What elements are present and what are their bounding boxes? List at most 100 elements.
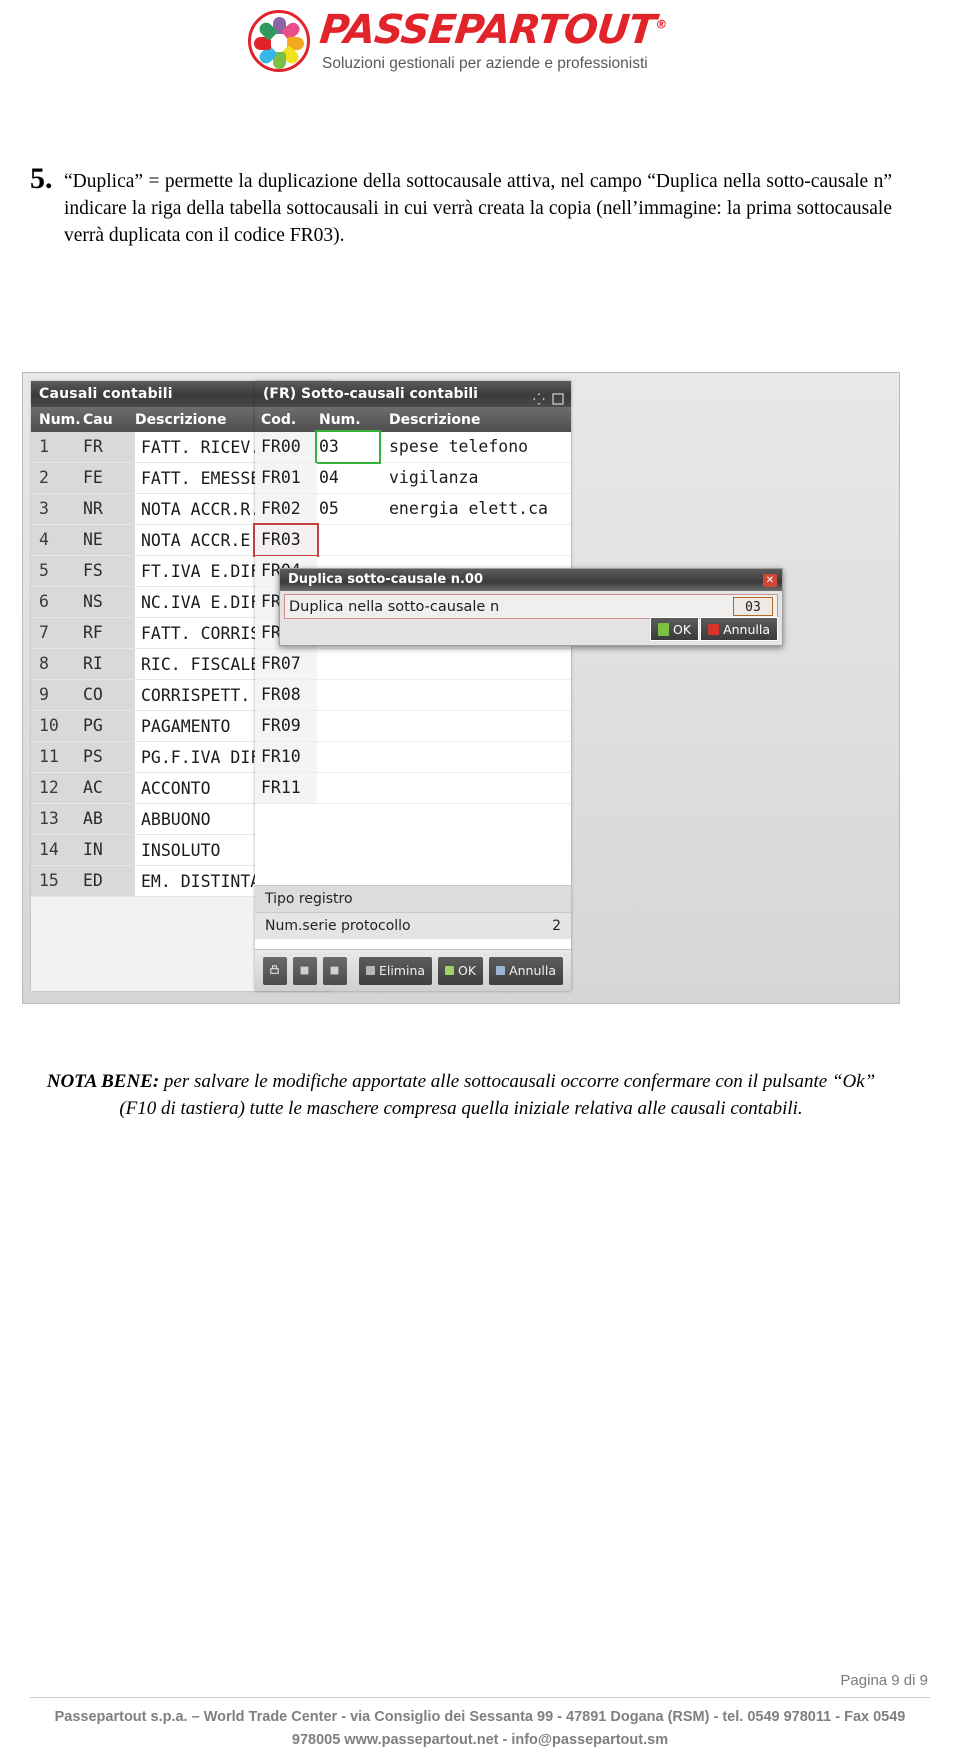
cell-num[interactable] [317, 773, 379, 803]
duplica-field-row[interactable]: Duplica nella sotto-causale n 03 [284, 594, 778, 619]
dialog-button-bar: OK Annulla [650, 617, 778, 641]
cell-num: 14 [31, 835, 83, 865]
cell-num: 3 [31, 494, 83, 524]
footer-divider [30, 1697, 930, 1698]
sotto-causali-toolbar: Elimina OK Annulla [255, 949, 571, 991]
page-number: Pagina 9 di 9 [840, 1672, 928, 1689]
cell-num[interactable] [317, 649, 379, 679]
logo-text: PASSEPARTOUT® Soluzioni gestionali per a… [317, 7, 668, 73]
cell-cau: NS [83, 587, 135, 617]
list-icon[interactable] [322, 956, 347, 985]
elimina-button-label: Elimina [378, 963, 426, 978]
sotto-causali-window-title: (FR) Sotto-causali contabili [255, 381, 571, 407]
cell-num: 1 [31, 432, 83, 462]
move-icon[interactable] [533, 388, 546, 405]
cell-num[interactable] [317, 711, 379, 741]
field-row[interactable]: Num.serie protocollo 2 [255, 912, 571, 939]
ok-button[interactable]: OK [438, 956, 484, 985]
dialog-annulla-button[interactable]: Annulla [700, 617, 778, 641]
maximize-icon[interactable] [552, 388, 565, 405]
cell-cau: IN [83, 835, 135, 865]
field-label: Tipo registro [265, 891, 353, 907]
cell-num[interactable] [317, 680, 379, 710]
cell-num: 8 [31, 649, 83, 679]
print-icon[interactable] [263, 956, 287, 985]
cell-cod[interactable]: FR11 [255, 773, 317, 803]
ok-button-label: OK [458, 963, 477, 978]
cell-cau: FR [83, 432, 135, 462]
cell-cau: PS [83, 742, 135, 772]
cell-num: 15 [31, 866, 83, 896]
cell-cau: CO [83, 680, 135, 710]
ok-check-icon [445, 966, 455, 975]
table-row[interactable]: FR08 [255, 680, 571, 711]
field-value[interactable]: 2 [552, 918, 561, 934]
document-header: PASSEPARTOUT® Soluzioni gestionali per a… [0, 0, 960, 100]
elimina-button[interactable]: Elimina [358, 956, 433, 985]
footer-contact-info: Passepartout s.p.a. – World Trade Center… [30, 1706, 930, 1752]
cell-cau: AB [83, 804, 135, 834]
cell-cau: PG [83, 711, 135, 741]
window-controls[interactable] [533, 388, 565, 405]
cell-cod[interactable]: FR07 [255, 649, 317, 679]
cell-cod[interactable]: FR03 [253, 523, 319, 557]
table-row[interactable]: FR00 03 spese telefono [255, 430, 571, 464]
cell-descrizione[interactable]: spese telefono [379, 432, 571, 462]
table-row[interactable]: FR01 04 vigilanza [255, 463, 571, 494]
cell-descrizione[interactable] [379, 711, 571, 741]
cell-num[interactable] [317, 742, 379, 772]
column-header-num: Num. [319, 411, 361, 428]
cell-descrizione[interactable] [379, 525, 571, 555]
table-row[interactable]: FR09 [255, 711, 571, 742]
sotto-causali-title-text: (FR) Sotto-causali contabili [263, 386, 478, 402]
column-header-cau: Cau [83, 411, 113, 428]
cell-cau: FS [83, 556, 135, 586]
cell-cod[interactable]: FR10 [255, 742, 317, 772]
cell-descrizione[interactable]: energia elett.ca [379, 494, 571, 524]
cell-cau: AC [83, 773, 135, 803]
dialog-ok-label: OK [673, 621, 692, 637]
dialog-titlebar: Duplica sotto-causale n.00 ✕ [280, 569, 782, 591]
cell-cod[interactable]: FR01 [255, 463, 317, 493]
cell-descrizione[interactable] [379, 742, 571, 772]
cell-cod[interactable]: FR09 [255, 711, 317, 741]
table-row[interactable]: FR03 [253, 523, 571, 557]
footer-line-2: 978005 www.passepartout.net - info@passe… [291, 1732, 669, 1748]
duplica-field-label: Duplica nella sotto-causale n [289, 598, 500, 615]
note-text: per salvare le modifiche apportate alle … [119, 1071, 876, 1119]
cell-descrizione[interactable] [379, 680, 571, 710]
table-row[interactable]: FR11 [255, 773, 571, 804]
logo-tagline: Soluzioni gestionali per aziende e profe… [322, 55, 648, 73]
annulla-button[interactable]: Annulla [489, 956, 564, 985]
passepartout-logo: PASSEPARTOUT® Soluzioni gestionali per a… [248, 7, 668, 73]
dialog-title-text: Duplica sotto-causale n.00 [288, 572, 484, 587]
cell-cau: NE [83, 525, 135, 555]
dialog-ok-button[interactable]: OK [650, 617, 700, 641]
column-header-num: Num. [39, 411, 81, 428]
cell-num[interactable]: 05 [317, 494, 379, 524]
duplica-field-input[interactable]: 03 [733, 597, 773, 616]
annulla-button-label: Annulla [509, 963, 557, 978]
cell-descrizione[interactable] [379, 649, 571, 679]
cell-cod[interactable]: FR08 [255, 680, 317, 710]
field-row[interactable]: Tipo registro [255, 885, 571, 912]
cell-descrizione[interactable]: vigilanza [379, 463, 571, 493]
cell-num: 4 [31, 525, 83, 555]
logo-wordmark-text: PASSEPARTOUT [317, 7, 658, 54]
cell-num: 10 [31, 711, 83, 741]
table-row[interactable]: FR02 05 energia elett.ca [255, 494, 571, 525]
cell-num[interactable]: 04 [317, 463, 379, 493]
table-row[interactable]: FR07 [255, 649, 571, 680]
cell-cod[interactable]: FR00 [255, 432, 317, 462]
logo-wordmark: PASSEPARTOUT® [317, 7, 668, 54]
cell-cod[interactable]: FR02 [255, 494, 317, 524]
cancel-x-icon [708, 623, 720, 635]
cell-cau: RI [83, 649, 135, 679]
table-row[interactable]: FR10 [255, 742, 571, 773]
cell-num[interactable] [317, 525, 379, 555]
close-icon[interactable]: ✕ [763, 573, 777, 587]
grid-icon[interactable] [292, 956, 317, 985]
cell-descrizione[interactable] [379, 773, 571, 803]
logo-flower-icon [248, 10, 310, 72]
cell-num[interactable]: 03 [315, 430, 381, 464]
